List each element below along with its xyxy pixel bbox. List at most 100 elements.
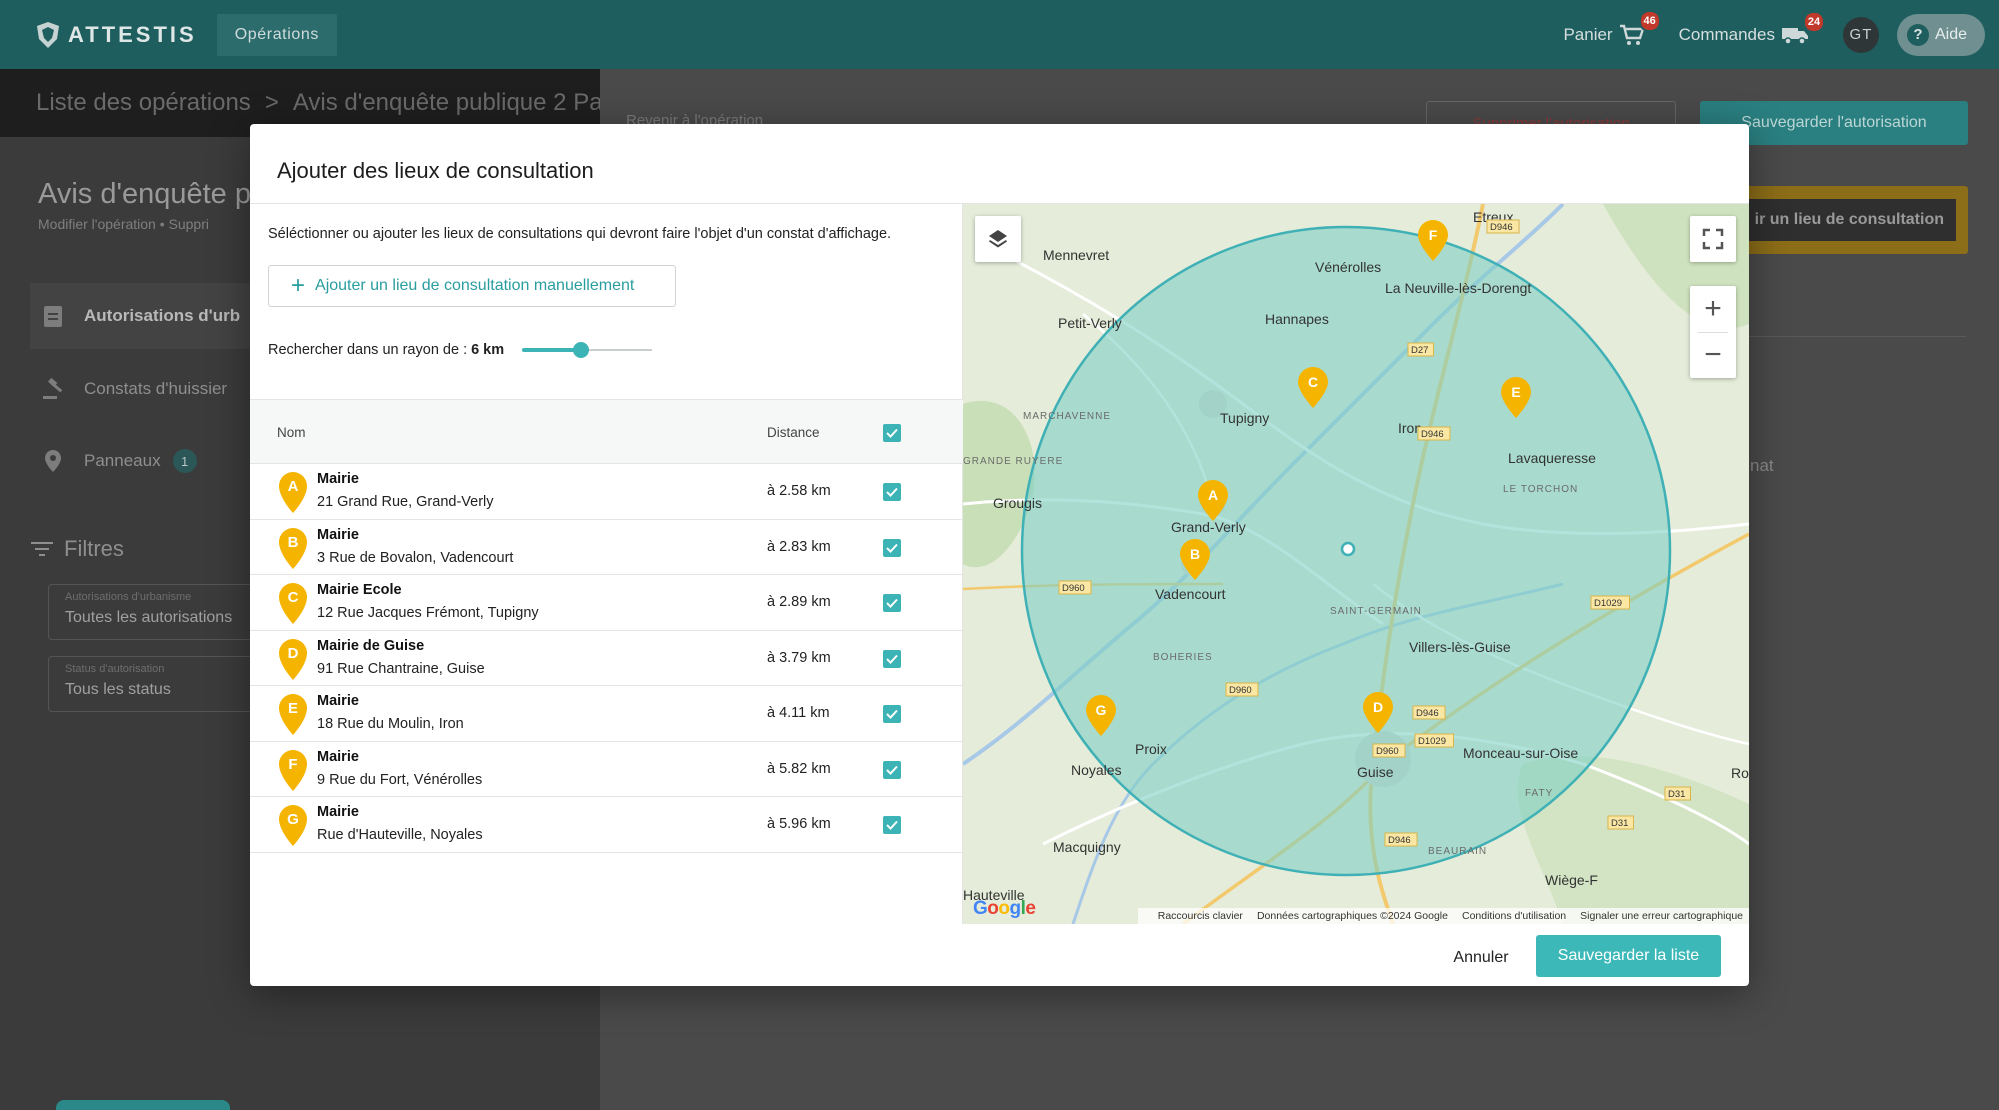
google-logo: Google: [973, 898, 1036, 919]
svg-text:G: G: [287, 811, 299, 828]
authorization-status-select[interactable]: Status d'autorisation Tous les status: [48, 656, 258, 712]
place-address: 12 Rue Jacques Frémont, Tupigny: [317, 605, 539, 621]
place-name: Mairie: [317, 471, 359, 487]
place-name: Mairie: [317, 693, 359, 709]
road-number-label: D27: [1407, 342, 1434, 357]
map-place-label: Wiège-F: [1545, 872, 1598, 888]
table-row[interactable]: G Mairie Rue d'Hauteville, Noyales à 5.96 k…: [250, 797, 963, 853]
map-layers-button[interactable]: [975, 216, 1021, 262]
table-row[interactable]: B Mairie 3 Rue de Bovalon, Vadencourt à 2.8…: [250, 520, 963, 575]
place-checkbox[interactable]: [883, 705, 901, 723]
map-place-label: MARCHAVENNE: [1023, 411, 1111, 422]
table-row[interactable]: A Mairie 21 Grand Rue, Grand-Verly à 2.58 k…: [250, 464, 963, 520]
keyboard-shortcuts-link[interactable]: Raccourcis clavier: [1158, 910, 1243, 922]
orders-label: Commandes: [1678, 24, 1775, 44]
map-place-label: Macquigny: [1053, 839, 1121, 855]
authorization-type-select[interactable]: Autorisations d'urbanisme Toutes les aut…: [48, 584, 258, 640]
place-checkbox[interactable]: [883, 538, 901, 557]
map-pin-icon: [45, 450, 61, 472]
place-distance: à 2.89 km: [767, 594, 831, 610]
table-row[interactable]: F Mairie 9 Rue du Fort, Vénérolles à 5.82 k…: [250, 742, 963, 797]
table-row[interactable]: D Mairie de Guise 91 Rue Chantraine, Guise…: [250, 631, 963, 686]
map-place-label: Proix: [1135, 741, 1167, 757]
check-icon: [886, 598, 898, 608]
map-place-label: Lavaqueresse: [1508, 450, 1596, 466]
map-place-label: Vadencourt: [1155, 586, 1226, 602]
cancel-button[interactable]: Annuler: [1436, 938, 1526, 978]
map-fullscreen-button[interactable]: [1690, 216, 1736, 262]
nav-item-label: Constats d'huissier: [84, 379, 228, 398]
place-address: 18 Rue du Moulin, Iron: [317, 716, 464, 732]
map-place-label: Tupigny: [1220, 410, 1269, 426]
add-place-button[interactable]: ir un lieu de consultation: [1740, 199, 1956, 241]
svg-text:D: D: [1373, 699, 1383, 715]
svg-text:E: E: [1511, 384, 1520, 400]
place-checkbox[interactable]: [883, 594, 901, 612]
place-distance: à 5.96 km: [767, 816, 831, 832]
user-avatar[interactable]: GT: [1842, 16, 1879, 53]
map-place-label: Mennevret: [1043, 247, 1109, 263]
road-number-label: D1029: [1414, 733, 1454, 748]
operations-nav-button[interactable]: Opérations: [216, 13, 337, 56]
svg-text:C: C: [288, 589, 299, 606]
nav-item-bailiff-reports[interactable]: Constats d'huissier: [30, 356, 250, 422]
breadcrumb-separator: >: [264, 89, 279, 116]
svg-text:D960: D960: [1229, 685, 1252, 696]
map-place-label: Grougis: [993, 495, 1042, 511]
add-place-manually-button[interactable]: + Ajouter un lieu de consultation manuel…: [268, 265, 676, 307]
slider-thumb[interactable]: [572, 342, 589, 358]
save-list-button[interactable]: Sauvegarder la liste: [1536, 935, 1721, 977]
select-label: Autorisations d'urbanisme: [65, 591, 192, 603]
zoom-out-button[interactable]: −: [1690, 332, 1736, 378]
radius-value: 6 km: [471, 342, 505, 358]
page-title: Avis d'enquête p: [38, 178, 251, 210]
svg-text:C: C: [1308, 374, 1318, 390]
map-canvas[interactable]: Mennevret VénérollesLa Neuville-lès-Doren…: [963, 204, 1749, 924]
modal-title: Ajouter des lieux de consultation: [277, 158, 594, 183]
select-value: Toutes les autorisations: [65, 609, 233, 626]
select-label: Status d'autorisation: [65, 663, 165, 675]
terms-of-use-link[interactable]: Conditions d'utilisation: [1462, 910, 1566, 922]
table-row[interactable]: E Mairie 18 Rue du Moulin, Iron à 4.11 km: [250, 686, 963, 742]
check-icon: [886, 820, 898, 830]
help-button[interactable]: ? Aide: [1896, 13, 1985, 56]
svg-text:G: G: [1096, 702, 1107, 718]
nav-item-urbanism-authorizations[interactable]: Autorisations d'urb: [30, 283, 250, 349]
nav-item-panels[interactable]: Panneaux 1: [30, 428, 250, 494]
breadcrumb-operations-list[interactable]: Liste des opérations: [36, 89, 251, 117]
svg-text:B: B: [288, 534, 299, 551]
zoom-in-button[interactable]: +: [1690, 286, 1736, 332]
orders-link[interactable]: Commandes 24: [1678, 10, 1825, 46]
svg-text:A: A: [288, 478, 299, 495]
road-number-label: D960: [1058, 580, 1092, 595]
table-header: Nom Distance: [250, 399, 963, 464]
place-checkbox[interactable]: [883, 483, 901, 501]
select-all-checkbox[interactable]: [883, 424, 901, 442]
radius-slider[interactable]: [522, 342, 653, 358]
table-row[interactable]: C Mairie Ecole 12 Rue Jacques Frémont, Tup…: [250, 575, 963, 631]
filters-heading: Filtres: [30, 536, 124, 562]
place-address: Rue d'Hauteville, Noyales: [317, 827, 483, 843]
place-checkbox[interactable]: [883, 649, 901, 668]
background-bottom-button[interactable]: [56, 1100, 230, 1110]
filters-label: Filtres: [64, 536, 124, 561]
map-place-label: FATY: [1525, 788, 1553, 799]
check-icon: [886, 487, 898, 497]
report-map-error-link[interactable]: Signaler une erreur cartographique: [1580, 910, 1743, 922]
svg-text:D960: D960: [1376, 746, 1399, 757]
map-place-label: Hannapes: [1265, 311, 1329, 327]
place-address: 21 Grand Rue, Grand-Verly: [317, 494, 494, 510]
brand-logo[interactable]: ATTESTIS: [36, 21, 197, 49]
map-place-label: Monceau-sur-Oise: [1463, 745, 1578, 761]
page-subtitle: Modifier l'opération • Suppri: [38, 216, 209, 232]
map-place-label: Vénérolles: [1315, 259, 1381, 275]
place-distance: à 4.11 km: [767, 705, 830, 721]
cart-link[interactable]: Panier 46: [1563, 9, 1661, 47]
check-icon: [886, 543, 898, 553]
svg-text:F: F: [1429, 227, 1438, 243]
place-checkbox[interactable]: [883, 816, 901, 834]
place-checkbox[interactable]: [883, 760, 901, 779]
map-view[interactable]: Mennevret Vénérolles La Neuville-lès-Doren…: [963, 204, 1749, 924]
svg-text:D946: D946: [1421, 429, 1444, 440]
map-attribution-bar: Raccourcis clavier Données cartographiqu…: [1137, 908, 1749, 924]
